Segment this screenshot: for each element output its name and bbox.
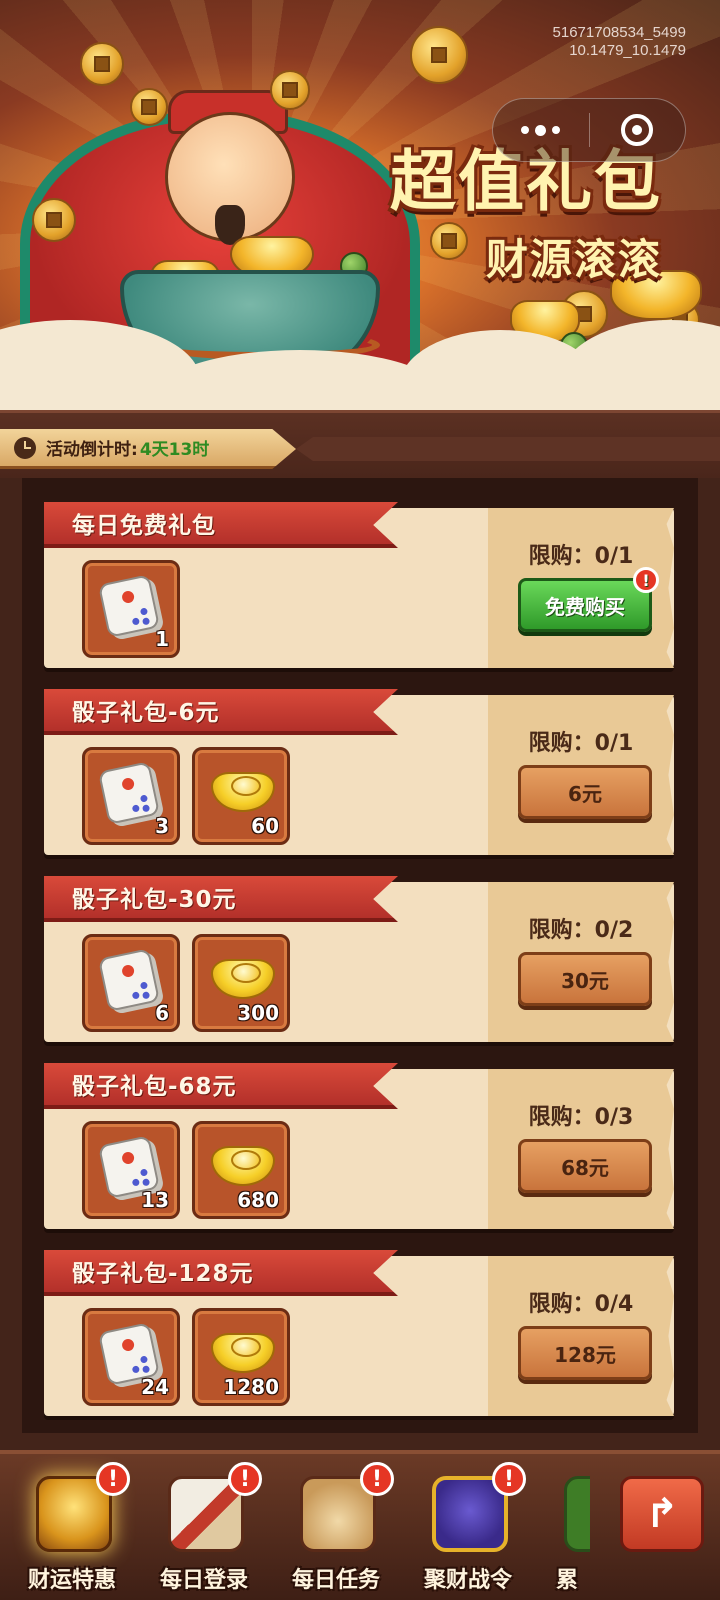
package-items: 13 680 <box>82 1121 290 1219</box>
reward-slot-dice[interactable]: 3 <box>82 747 180 845</box>
item-count: 1280 <box>223 1375 279 1399</box>
nav-item-fortune-deals[interactable]: ! 财运特惠 <box>6 1454 138 1600</box>
purchase-limit: 限购：0/2 <box>528 918 634 943</box>
package-title: 骰子礼包-6元 <box>44 689 398 735</box>
exit-arrow-icon[interactable]: ↱ <box>620 1476 704 1552</box>
coin-icon <box>270 70 310 110</box>
package-card-30: 骰子礼包-30元 6 300 限购：0/2 30元 <box>44 876 674 1042</box>
buy-button-label: 免费购买 <box>545 594 625 619</box>
package-card-128: 骰子礼包-128元 24 1280 限购：0/4 128元 <box>44 1250 674 1416</box>
watermark-line-1: 51671708534_5499 <box>552 24 686 41</box>
more-button[interactable] <box>493 99 589 161</box>
exit-arrow-glyph: ↱ <box>645 1491 679 1537</box>
gold-ingot-icon <box>211 772 275 812</box>
dice-icon <box>97 574 161 638</box>
reward-slot-dice[interactable]: 1 <box>82 560 180 658</box>
package-card-daily-free: 每日免费礼包 1 限购：0/1 免费购买 ! <box>44 502 674 668</box>
purchase-limit: 限购：0/4 <box>528 1292 634 1317</box>
reward-slot-ingot[interactable]: 680 <box>192 1121 290 1219</box>
countdown-tag: 活动倒计时: 4天13时 <box>0 429 296 469</box>
nav-item-partial[interactable]: 累 <box>534 1454 590 1600</box>
package-items: 3 60 <box>82 747 290 845</box>
promo-banner: 超值礼包 财源滚滚 51671708534_5499 10.1479_10.14… <box>0 0 720 410</box>
package-title: 骰子礼包-68元 <box>44 1063 398 1109</box>
nav-item-daily-tasks[interactable]: ! 每日任务 <box>270 1454 402 1600</box>
reward-slot-ingot[interactable]: 1280 <box>192 1308 290 1406</box>
dice-icon <box>97 761 161 825</box>
buy-button-label: 68元 <box>561 1155 609 1180</box>
package-card-68: 骰子礼包-68元 13 680 限购：0/3 68元 <box>44 1063 674 1229</box>
alert-badge-icon: ! <box>228 1462 262 1496</box>
nav-label: 累 <box>556 1568 579 1593</box>
item-count: 24 <box>141 1375 169 1399</box>
package-title: 骰子礼包-30元 <box>44 876 398 922</box>
nav-item-daily-login[interactable]: ! 每日登录 <box>138 1454 270 1600</box>
gold-ingot-icon <box>211 1333 275 1373</box>
package-title: 骰子礼包-128元 <box>44 1250 398 1296</box>
buy-button-label: 30元 <box>561 968 609 993</box>
partial-item-icon <box>564 1476 590 1552</box>
watermark-line-2: 10.1479_10.1479 <box>569 42 686 59</box>
countdown-label: 活动倒计时: <box>46 440 138 460</box>
nav-label: 每日登录 <box>159 1568 248 1593</box>
countdown-bar: 活动倒计时: 4天13时 <box>0 410 720 478</box>
close-miniprogram-button[interactable] <box>590 99 686 161</box>
buy-button-label: 128元 <box>554 1342 616 1367</box>
nav-item-battle-pass[interactable]: ! 聚财战令 <box>402 1454 534 1600</box>
alert-badge-icon: ! <box>492 1462 526 1496</box>
target-close-icon <box>621 114 654 146</box>
alert-badge-icon: ! <box>360 1462 394 1496</box>
reward-slot-dice[interactable]: 6 <box>82 934 180 1032</box>
item-count: 13 <box>141 1188 169 1212</box>
alert-badge-icon: ! <box>96 1462 130 1496</box>
clock-icon <box>14 436 36 459</box>
miniprogram-capsule <box>492 98 686 162</box>
reward-slot-ingot[interactable]: 60 <box>192 747 290 845</box>
package-items: 6 300 <box>82 934 290 1032</box>
package-card-6: 骰子礼包-6元 3 60 限购：0/1 6元 <box>44 689 674 855</box>
purchase-limit: 限购：0/1 <box>528 731 634 756</box>
nav-label: 每日任务 <box>291 1568 380 1593</box>
reward-slot-dice[interactable]: 13 <box>82 1121 180 1219</box>
dice-icon <box>97 948 161 1012</box>
item-count: 680 <box>237 1188 279 1212</box>
coin-icon <box>32 198 76 242</box>
coin-icon <box>130 88 168 126</box>
banner-subtitle: 财源滚滚 <box>485 235 662 284</box>
purchase-limit: 限购：0/1 <box>528 544 634 569</box>
purchase-limit: 限购：0/3 <box>528 1105 634 1130</box>
gold-ingot-icon <box>211 1146 275 1186</box>
nav-label: 聚财战令 <box>423 1568 512 1593</box>
item-count: 6 <box>155 1001 169 1025</box>
gold-ingot-icon <box>211 959 275 999</box>
buy-button-128[interactable]: 128元 <box>518 1326 652 1380</box>
session-watermark: 51671708534_5499 10.1479_10.1479 <box>553 24 686 60</box>
buy-button-68[interactable]: 68元 <box>518 1139 652 1193</box>
item-count: 1 <box>155 627 169 651</box>
more-dots-icon <box>521 124 561 136</box>
buy-button-6[interactable]: 6元 <box>518 765 652 819</box>
item-count: 300 <box>237 1001 279 1025</box>
item-count: 60 <box>251 814 279 838</box>
reward-slot-ingot[interactable]: 300 <box>192 934 290 1032</box>
countdown-value: 4天13时 <box>139 440 210 460</box>
package-items: 1 <box>82 560 180 658</box>
coin-icon <box>410 26 468 84</box>
package-title: 每日免费礼包 <box>44 502 398 548</box>
bottom-nav: ! 财运特惠 ! 每日登录 ! 每日任务 ! 聚财战令 累 ↱ <box>0 1450 720 1600</box>
item-count: 3 <box>155 814 169 838</box>
buy-button-30[interactable]: 30元 <box>518 952 652 1006</box>
alert-badge-icon: ! <box>633 567 659 593</box>
package-items: 24 1280 <box>82 1308 290 1406</box>
coin-icon <box>80 42 124 86</box>
buy-button-label: 6元 <box>568 781 602 806</box>
nav-label: 财运特惠 <box>27 1568 116 1593</box>
reward-slot-dice[interactable]: 24 <box>82 1308 180 1406</box>
free-buy-button[interactable]: 免费购买 ! <box>518 567 659 632</box>
countdown-stripe <box>296 437 720 461</box>
